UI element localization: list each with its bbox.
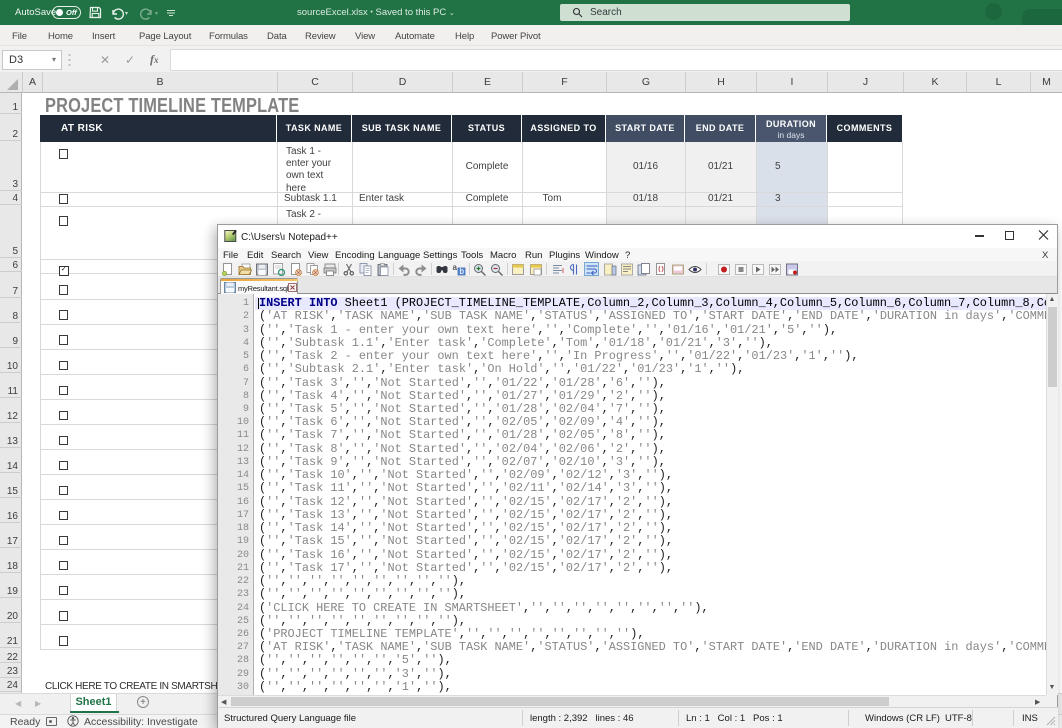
svg-text:b: b xyxy=(460,267,465,276)
svg-text:a: a xyxy=(453,263,458,272)
